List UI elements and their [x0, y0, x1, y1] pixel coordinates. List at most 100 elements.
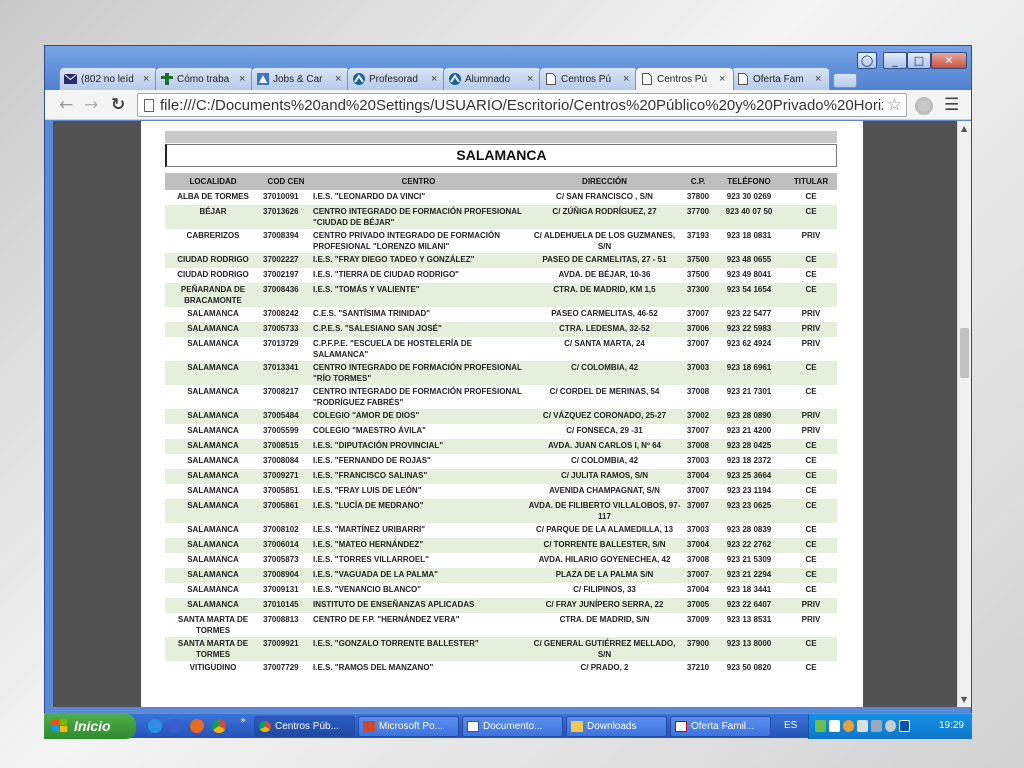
close-tab-icon[interactable]: ×	[431, 73, 441, 85]
task-chrome[interactable]: Centros Púb...	[254, 716, 355, 737]
cell-cp: 37007	[686, 426, 710, 435]
cell-direccion: C/ FONSECA, 29 -31	[566, 426, 643, 435]
cell-cod-cen: 37008217	[263, 387, 299, 396]
close-tab-icon[interactable]: ×	[527, 73, 537, 85]
tab-como-trabajar[interactable]: Cómo traba ×	[155, 67, 254, 90]
table-row: CABRERIZOS 37008394 CENTRO PRIVADO INTEGRA…	[165, 229, 837, 253]
close-tab-icon[interactable]: ×	[335, 73, 345, 85]
cell-direccion: AVDA. JUAN CARLOS I, Nº 64	[526, 439, 683, 454]
task-powerpoint[interactable]: Microsoft Po...	[358, 716, 459, 737]
task-downloads[interactable]: Downloads	[566, 716, 667, 737]
tab-oferta-familias[interactable]: Oferta Fam ×	[731, 67, 830, 90]
address-bar[interactable]: file:///C:/Documents%20and%20Settings/US…	[137, 93, 907, 117]
cell-cp: 37007	[686, 309, 710, 318]
cell-cp: 37008	[686, 387, 710, 396]
close-window-button[interactable]: ✕	[931, 52, 967, 69]
cell-direccion: AVENIDA CHAMPAGNAT, S/N	[549, 486, 660, 495]
cell-titular: CE	[785, 253, 837, 268]
cell-titular: CE	[805, 192, 817, 201]
tab-centros-publico-active[interactable]: Centros Pú ×	[635, 67, 734, 90]
cell-cod-cen: 37008813	[263, 615, 299, 624]
cell-telefono: 923 18 2372	[726, 456, 772, 465]
cell-centro: CENTRO INTEGRADO DE FORMACIÓN PROFESIONA…	[313, 387, 522, 407]
scrollbar-thumb[interactable]	[960, 328, 969, 378]
tab-label: Profesorad	[369, 73, 418, 85]
cell-cp: 37003	[686, 456, 710, 465]
cell-titular: CE	[785, 637, 837, 661]
task-label: Microsoft Po...	[379, 721, 443, 732]
chrome-quicklaunch-icon[interactable]	[212, 719, 226, 733]
table-row: ALBA DE TORMES 37010091 I.E.S. "LEONARDO D…	[165, 190, 837, 205]
task-label: Centros Púb...	[275, 721, 339, 732]
cell-telefono: 923 48 0655	[713, 253, 785, 268]
volume-tray-icon[interactable]	[857, 720, 868, 732]
centros-table-wrap: SALAMANCA LOCALIDAD COD CEN CENTRO DIREC…	[165, 144, 837, 676]
cell-cod-cen: 37005851	[263, 486, 299, 495]
minimize-button[interactable]: _	[883, 52, 907, 69]
tab-profesorado[interactable]: Profesorad ×	[347, 67, 446, 90]
tab-jobs[interactable]: Jobs & Car ×	[251, 67, 350, 90]
notes-tray-icon[interactable]	[899, 720, 910, 732]
extension-icon[interactable]	[915, 97, 933, 115]
firefox-icon[interactable]	[190, 719, 204, 733]
cell-direccion: PASEO CARMELITAS, 46-52	[551, 309, 658, 318]
close-tab-icon[interactable]: ×	[143, 73, 153, 85]
cell-cp: 37009	[686, 615, 710, 624]
cell-direccion: C/ PARQUE DE LA ALAMEDILLA, 13	[535, 525, 674, 534]
reload-icon[interactable]: ↻	[111, 95, 125, 115]
language-indicator[interactable]: ES	[784, 720, 797, 731]
menu-hamburger-icon[interactable]: ☰	[944, 95, 959, 115]
cell-centro: CENTRO DE F.P. "HERNÁNDEZ VERA"	[313, 615, 460, 624]
connection-tray-icon[interactable]	[885, 720, 896, 732]
cell-telefono: 923 22 5477	[726, 309, 772, 318]
forward-arrow-icon[interactable]: →	[84, 95, 98, 115]
address-url[interactable]: file:///C:/Documents%20and%20Settings/US…	[160, 97, 883, 114]
task-word[interactable]: Documento...	[462, 716, 563, 737]
cell-cod-cen: 37008394	[263, 231, 299, 240]
cell-telefono: 923 21 7301	[726, 387, 772, 396]
task-oferta-pdf[interactable]: Oferta Famil...	[670, 716, 771, 737]
vertical-scrollbar[interactable]: ▲ ▼	[957, 121, 971, 707]
security-tray-icon[interactable]	[829, 720, 840, 732]
tab-mail[interactable]: (802 no leíd ×	[59, 67, 158, 90]
cell-direccion: CTRA. DE MADRID, S/N	[559, 615, 650, 624]
cell-cp: 37700	[683, 205, 713, 229]
new-tab-button[interactable]	[833, 73, 857, 88]
update-tray-icon[interactable]	[843, 720, 854, 732]
cell-centro: I.E.S. "VAGUADA DE LA PALMA"	[311, 568, 526, 583]
ie-icon[interactable]	[148, 719, 162, 733]
cell-titular: CE	[785, 439, 837, 454]
tab-alumnado[interactable]: Alumnado ×	[443, 67, 542, 90]
cell-localidad: PEÑARANDA DE BRACAMONTE	[165, 283, 261, 307]
start-label: Inicio	[74, 718, 111, 734]
cell-localidad: SALAMANCA	[165, 469, 261, 484]
cell-telefono: 923 30 0269	[726, 192, 772, 201]
tab-centros-publico-1[interactable]: Centros Pú ×	[539, 67, 638, 90]
network-tray-icon[interactable]	[815, 720, 826, 732]
explorer-icon[interactable]	[168, 719, 182, 733]
scroll-down-arrow-icon[interactable]: ▼	[961, 695, 967, 704]
cell-telefono: 923 28 0890	[713, 409, 785, 424]
cell-telefono: 923 50 0820	[726, 663, 772, 672]
cell-telefono: 923 49 8041	[726, 270, 772, 279]
close-tab-icon[interactable]: ×	[815, 73, 825, 85]
table-row: SALAMANCA 37013729 C.P.F.P.E. "ESCUELA DE …	[165, 337, 837, 361]
cell-telefono: 923 18 3441	[726, 585, 772, 594]
cell-localidad: SALAMANCA	[165, 499, 261, 523]
back-arrow-icon[interactable]: ←	[59, 95, 73, 115]
scroll-up-arrow-icon[interactable]: ▲	[961, 124, 967, 133]
cell-cod-cen: 37009921	[261, 637, 311, 661]
bookmark-star-icon[interactable]: ☆	[887, 95, 902, 115]
profile-button[interactable]: ◯	[857, 52, 877, 69]
cell-localidad: SALAMANCA	[165, 598, 261, 613]
close-tab-icon[interactable]: ×	[719, 73, 729, 85]
display-tray-icon[interactable]	[871, 720, 882, 732]
cell-cod-cen: 37005861	[261, 499, 311, 523]
close-tab-icon[interactable]: ×	[239, 73, 249, 85]
tab-label: (802 no leíd	[81, 73, 134, 85]
maximize-button[interactable]: □	[907, 52, 931, 69]
quicklaunch-more-icon[interactable]: »	[240, 715, 246, 726]
cell-centro: I.E.S. "TOMÁS Y VALIENTE"	[311, 283, 526, 307]
start-button[interactable]: Inicio	[44, 714, 136, 739]
close-tab-icon[interactable]: ×	[623, 73, 633, 85]
